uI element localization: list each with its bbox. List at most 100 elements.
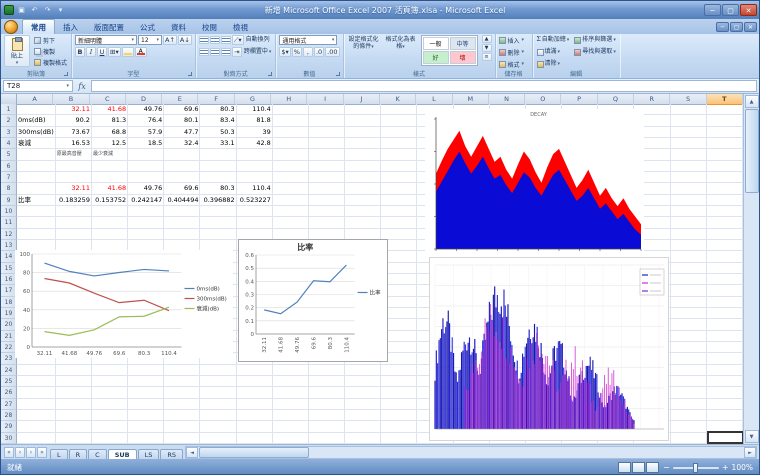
cell-D7[interactable]: [128, 172, 164, 183]
cell-H1[interactable]: [273, 104, 309, 115]
cell-A12[interactable]: [17, 229, 56, 240]
row-header-7[interactable]: 7: [1, 172, 17, 183]
align-middle-icon[interactable]: [210, 36, 220, 44]
cell-H11[interactable]: [273, 217, 309, 228]
cell-S3[interactable]: [671, 127, 707, 138]
cell-F6[interactable]: [200, 161, 236, 172]
name-box-dropdown-icon[interactable]: ▾: [66, 83, 69, 89]
cell-T25[interactable]: [707, 376, 743, 387]
cell-B12[interactable]: [56, 229, 92, 240]
insert-function-button[interactable]: fx: [73, 82, 91, 91]
zoom-slider-thumb[interactable]: [693, 463, 698, 473]
cell-I5[interactable]: [309, 149, 345, 160]
cell-C7[interactable]: [92, 172, 128, 183]
chart-decay-area[interactable]: DECAY: [425, 109, 644, 258]
cell-I24[interactable]: [309, 365, 345, 376]
cell-J25[interactable]: [345, 376, 381, 387]
fill-button[interactable]: 填滿▾: [536, 47, 571, 57]
cell-D5[interactable]: [128, 149, 164, 160]
cell-T5[interactable]: [707, 149, 743, 160]
horizontal-scrollbar[interactable]: ◄ ►: [185, 446, 757, 459]
cell-F11[interactable]: [200, 217, 236, 228]
undo-icon[interactable]: ↶: [29, 5, 40, 16]
clipboard-dialog-launcher[interactable]: [64, 72, 68, 76]
cell-K10[interactable]: [381, 206, 417, 217]
cell-K28[interactable]: [381, 410, 417, 421]
cell-B5[interactable]: 原最高音壓: [56, 149, 92, 160]
cell-E29[interactable]: [164, 421, 200, 432]
cell-H7[interactable]: [273, 172, 309, 183]
cell-H28[interactable]: [273, 410, 309, 421]
cell-J26[interactable]: [345, 387, 381, 398]
number-format-select[interactable]: 通用格式▾: [279, 35, 337, 45]
cell-S27[interactable]: [671, 399, 707, 410]
format-as-table-button[interactable]: 格式化為表格▾: [384, 35, 418, 52]
cell-I4[interactable]: [309, 138, 345, 149]
cell-A10[interactable]: [17, 206, 56, 217]
row-header-12[interactable]: 12: [1, 229, 17, 240]
sheet-tab-LS[interactable]: LS: [138, 449, 160, 460]
cell-E1[interactable]: 69.6: [164, 104, 200, 115]
copy-button[interactable]: 複製: [33, 46, 68, 56]
cell-A27[interactable]: [17, 399, 56, 410]
cell-A11[interactable]: [17, 217, 56, 228]
office-button[interactable]: [4, 20, 18, 34]
cell-C3[interactable]: 68.8: [92, 127, 128, 138]
scroll-right-icon[interactable]: ►: [744, 447, 756, 458]
cell-H8[interactable]: [273, 183, 309, 194]
cell-T3[interactable]: [707, 127, 743, 138]
cell-H9[interactable]: [273, 195, 309, 206]
cell-S10[interactable]: [671, 206, 707, 217]
cell-C8[interactable]: 41.68: [92, 183, 128, 194]
cell-T8[interactable]: [707, 183, 743, 194]
cell-E25[interactable]: [164, 376, 200, 387]
ribbon-tab-校閱[interactable]: 校閱: [194, 20, 225, 34]
cell-C12[interactable]: [92, 229, 128, 240]
row-header-24[interactable]: 24: [1, 365, 17, 376]
comma-button[interactable]: ,: [303, 47, 313, 57]
cell-D25[interactable]: [128, 376, 164, 387]
cell-C9[interactable]: 0.153752: [92, 195, 128, 206]
scroll-left-icon[interactable]: ◄: [186, 447, 198, 458]
cell-A9[interactable]: 比率: [17, 195, 56, 206]
cell-I27[interactable]: [309, 399, 345, 410]
vertical-scroll-thumb[interactable]: [745, 109, 759, 193]
zoom-slider[interactable]: [673, 467, 719, 469]
page-break-view-icon[interactable]: [646, 462, 659, 473]
normal-view-icon[interactable]: [618, 462, 631, 473]
cell-J1[interactable]: [345, 104, 381, 115]
cell-H5[interactable]: [273, 149, 309, 160]
cell-D9[interactable]: 0.242147: [128, 195, 164, 206]
cell-T28[interactable]: [707, 410, 743, 421]
cell-D29[interactable]: [128, 421, 164, 432]
cell-A8[interactable]: [17, 183, 56, 194]
delete-cells-button[interactable]: 刪除▾: [499, 47, 525, 57]
chart-decibel-lines[interactable]: 02040608010032.1141.6849.7669.680.3110.4…: [15, 250, 233, 358]
cell-S19[interactable]: [671, 308, 707, 319]
cell-D27[interactable]: [128, 399, 164, 410]
font-color-button[interactable]: A: [135, 47, 147, 57]
cell-F7[interactable]: [200, 172, 236, 183]
scroll-down-icon[interactable]: ▼: [745, 430, 759, 443]
cell-J2[interactable]: [345, 115, 381, 126]
cell-A26[interactable]: [17, 387, 56, 398]
cell-K26[interactable]: [381, 387, 417, 398]
cell-C29[interactable]: [92, 421, 128, 432]
cell-D10[interactable]: [128, 206, 164, 217]
cell-C25[interactable]: [92, 376, 128, 387]
cell-T23[interactable]: [707, 353, 743, 364]
cell-T24[interactable]: [707, 365, 743, 376]
cell-S8[interactable]: [671, 183, 707, 194]
cell-G27[interactable]: [237, 399, 273, 410]
cell-F30[interactable]: [200, 433, 236, 444]
cell-D2[interactable]: 76.4: [128, 115, 164, 126]
cell-C6[interactable]: [92, 161, 128, 172]
cell-E30[interactable]: [164, 433, 200, 444]
cell-H29[interactable]: [273, 421, 309, 432]
cell-J9[interactable]: [345, 195, 381, 206]
row-header-28[interactable]: 28: [1, 410, 17, 421]
cell-I30[interactable]: [309, 433, 345, 444]
cell-E11[interactable]: [164, 217, 200, 228]
cell-F4[interactable]: 33.1: [200, 138, 236, 149]
align-right-icon[interactable]: [221, 48, 231, 56]
